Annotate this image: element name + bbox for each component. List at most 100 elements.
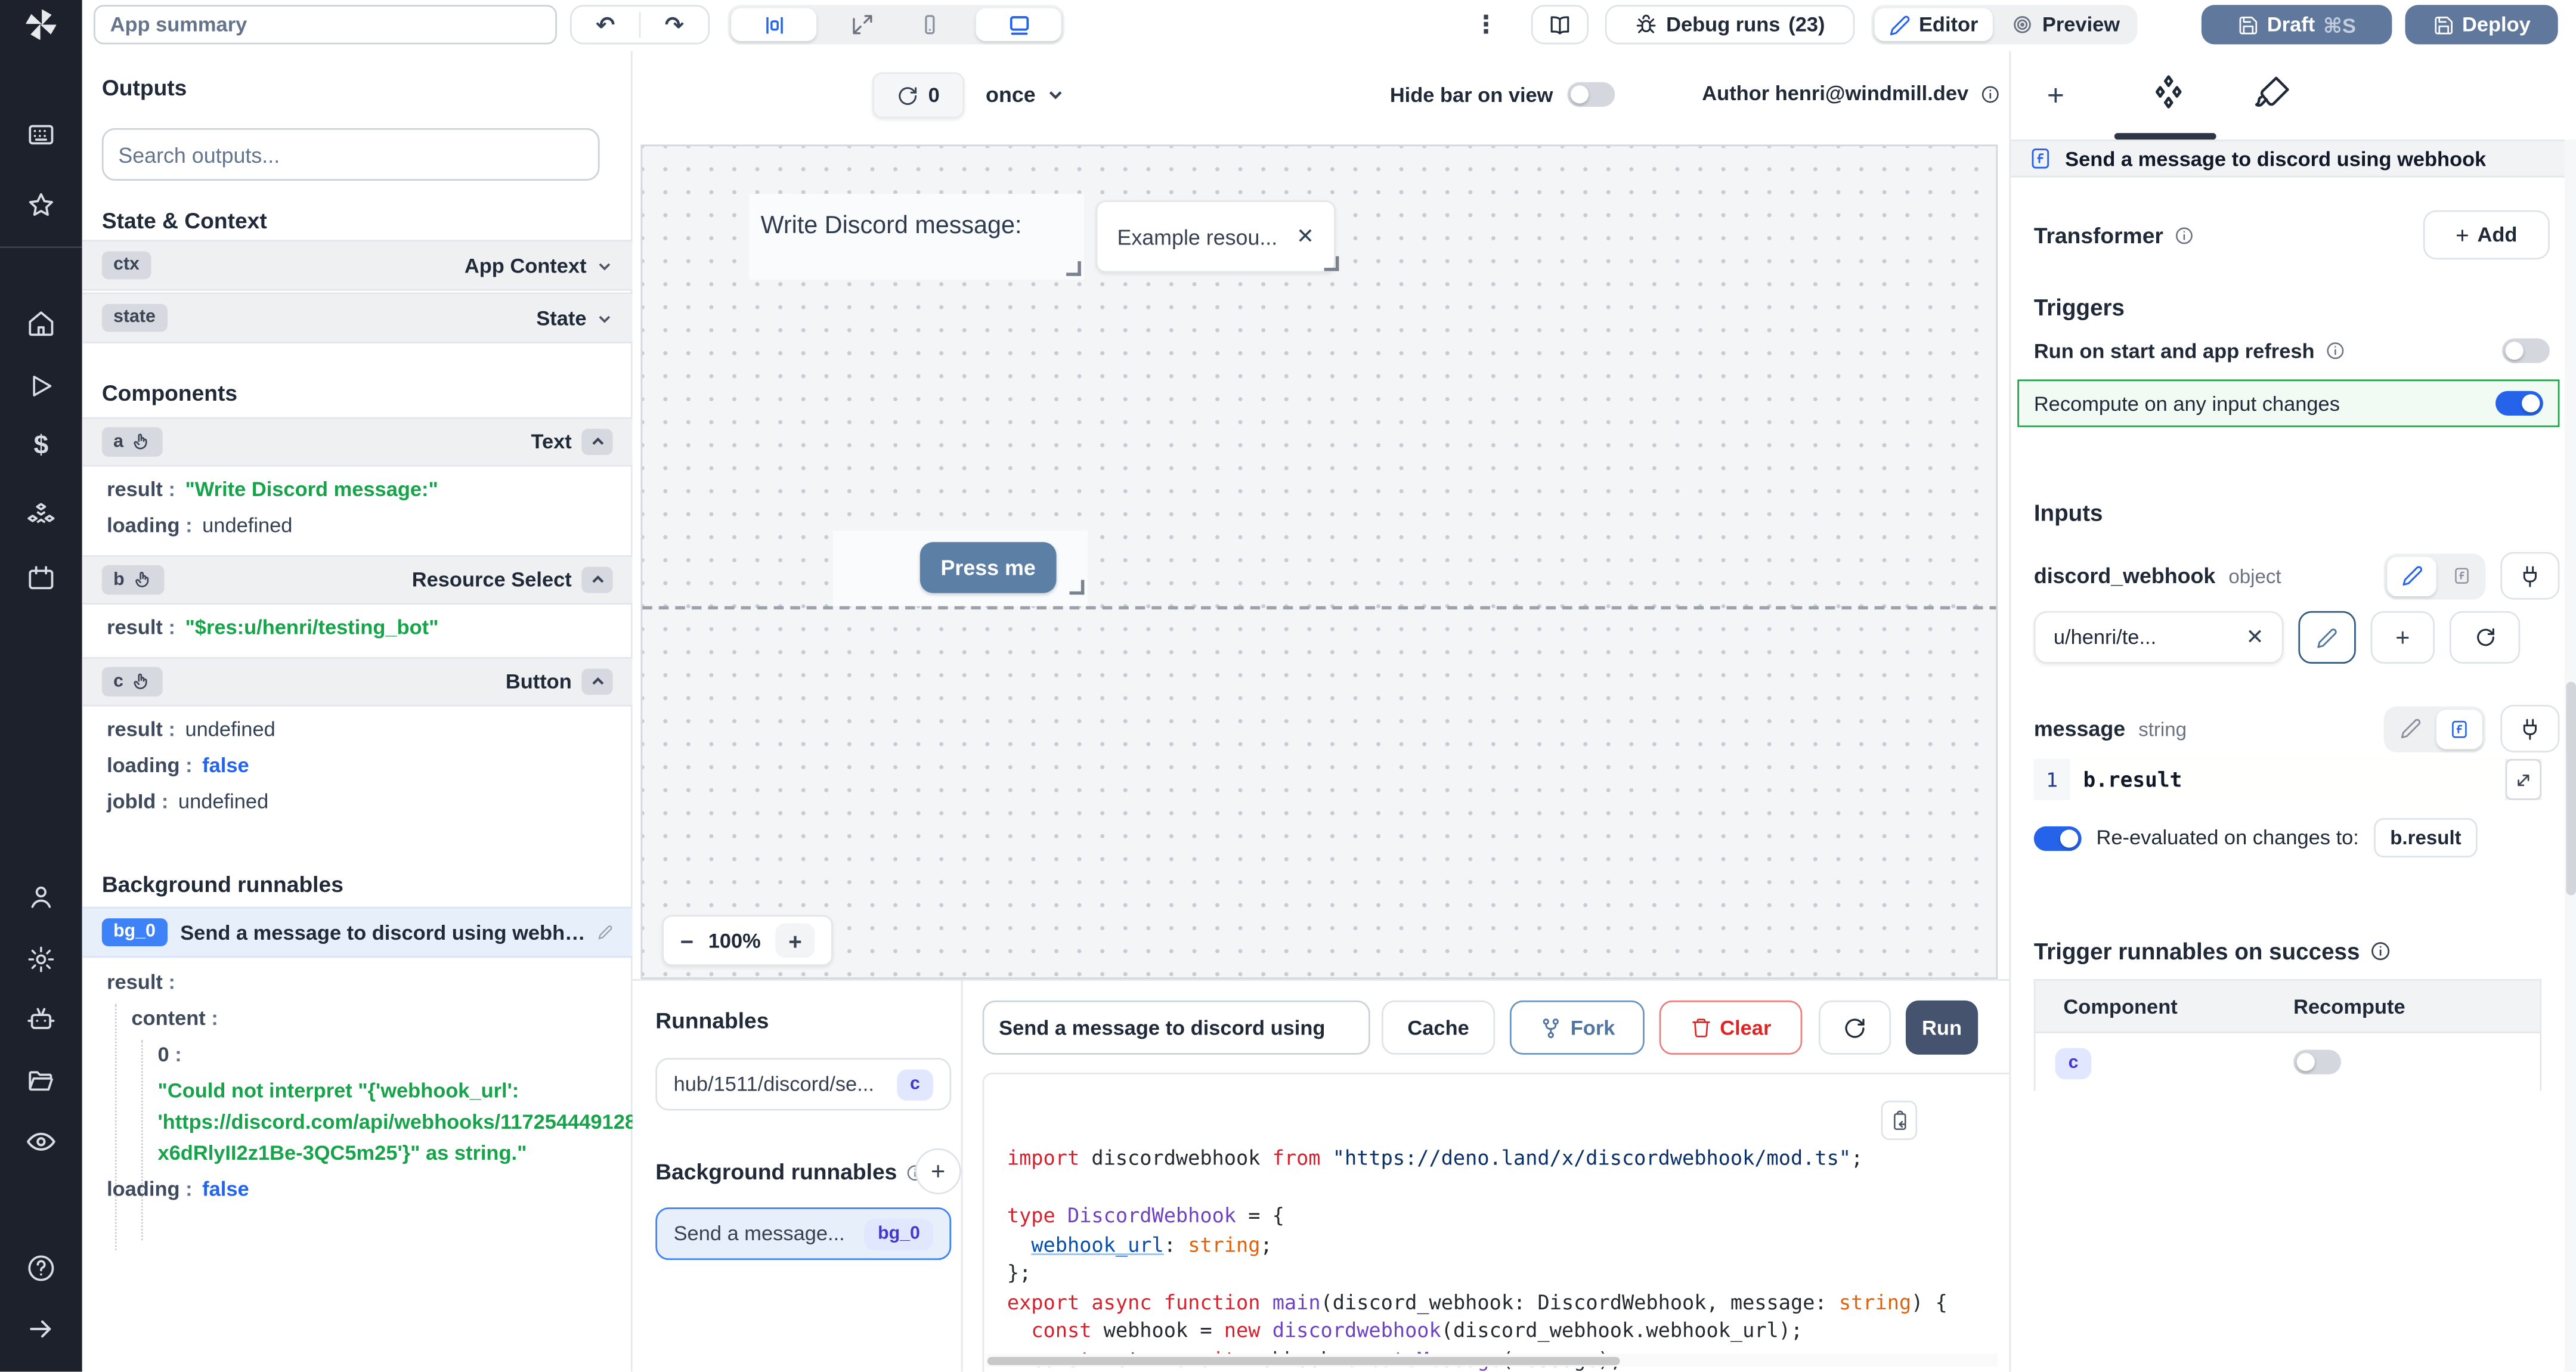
schedules-icon[interactable] <box>26 563 56 593</box>
code-editor[interactable]: import discordwebhook from "https://deno… <box>983 1073 2024 1371</box>
fork-button[interactable]: Fork <box>1510 1001 1645 1055</box>
resource-select[interactable]: u/henri/te... ✕ <box>2034 611 2284 664</box>
bg-runnable-item-selected[interactable]: Send a message... bg_0 <box>655 1207 951 1260</box>
windmill-logo[interactable] <box>23 7 60 43</box>
msg-mode-toggle <box>2384 705 2486 751</box>
desktop-view-button[interactable] <box>976 8 1061 41</box>
star-icon[interactable] <box>26 191 56 221</box>
component-b-row[interactable]: b Resource Select <box>82 555 633 605</box>
zoom-in-button[interactable]: + <box>775 923 815 958</box>
right-scrollbar[interactable] <box>2565 140 2576 1371</box>
deploy-button[interactable]: Deploy <box>2405 5 2558 44</box>
info-icon[interactable] <box>2173 225 2194 246</box>
add-resource-button[interactable]: + <box>2371 611 2435 664</box>
variables-icon[interactable]: $ <box>34 432 49 462</box>
editor-tab[interactable]: Editor <box>1875 8 1993 41</box>
edit-resource-button[interactable] <box>2298 611 2355 664</box>
ctx-row[interactable]: ctx App Context <box>82 240 633 290</box>
runnable-item[interactable]: hub/1511/discord/se... c <box>655 1058 951 1110</box>
user-icon[interactable] <box>26 882 56 912</box>
reeval-toggle[interactable] <box>2034 825 2082 850</box>
resize-handle[interactable] <box>1070 580 1085 595</box>
center-layout-button[interactable] <box>731 8 816 41</box>
docs-button[interactable] <box>1531 5 1589 44</box>
resize-handle[interactable] <box>1066 261 1081 276</box>
message-expression[interactable]: b.result <box>2070 759 2505 800</box>
draft-button[interactable]: Draft ⌘S <box>2202 5 2392 44</box>
collapse-arrow-icon[interactable] <box>26 1314 56 1344</box>
search-outputs-input[interactable] <box>102 128 600 181</box>
bg0-row[interactable]: bg_0 Send a message to discord using web… <box>82 907 633 958</box>
component-c-row[interactable]: c Button <box>82 657 633 707</box>
col-component: Component <box>2036 995 2294 1018</box>
pencil-icon <box>2401 565 2423 587</box>
message-expr-editor[interactable]: 1 b.result <box>2034 759 2541 800</box>
refresh-code-button[interactable] <box>1819 1001 1891 1055</box>
connect-plug-button[interactable] <box>2500 705 2559 752</box>
edit-pencil-icon[interactable] <box>598 925 613 940</box>
info-icon[interactable] <box>2324 340 2346 361</box>
eye-icon[interactable] <box>26 1126 57 1157</box>
run-button[interactable]: Run <box>1906 1001 1978 1055</box>
undo-button[interactable]: ↶ <box>572 11 639 39</box>
debug-runs-button[interactable]: Debug runs (23) <box>1605 5 1855 44</box>
static-mode-button[interactable] <box>2387 709 2433 748</box>
refresh-resource-button[interactable] <box>2450 611 2520 664</box>
canvas-text-component[interactable]: Write Discord message: <box>761 212 1022 240</box>
app-canvas[interactable]: Write Discord message: Example resou... … <box>640 144 1998 979</box>
home-icon[interactable] <box>26 309 56 339</box>
close-icon[interactable]: ✕ <box>1296 224 1314 250</box>
add-transformer-button[interactable]: +Add <box>2423 210 2550 260</box>
reeval-chip[interactable]: b.result <box>2374 818 2478 857</box>
settings-gear-icon[interactable] <box>26 944 56 974</box>
apps-icon[interactable] <box>26 120 56 150</box>
add-background-runnable-button[interactable]: + <box>915 1148 961 1194</box>
redo-button[interactable]: ↷ <box>640 11 708 39</box>
folders-icon[interactable] <box>26 1066 56 1096</box>
collapse-chevron-up[interactable] <box>581 567 612 593</box>
clear-button[interactable]: Clear <box>1659 1001 1803 1055</box>
row-recompute-toggle[interactable] <box>2293 1050 2341 1074</box>
preview-tab[interactable]: Preview <box>1996 8 2135 41</box>
frequency-dropdown[interactable]: once <box>986 82 1065 107</box>
connect-plug-button[interactable] <box>2500 552 2559 600</box>
collapse-chevron-up[interactable] <box>581 429 612 455</box>
help-icon[interactable] <box>26 1253 57 1284</box>
component-a-row[interactable]: a Text <box>82 417 633 467</box>
zoom-out-button[interactable]: − <box>680 927 694 953</box>
styling-tab[interactable] <box>2252 74 2292 113</box>
sidebar-divider <box>0 246 82 248</box>
mobile-view-button[interactable] <box>887 8 973 41</box>
info-icon[interactable] <box>2370 940 2393 963</box>
resize-handle[interactable] <box>1324 256 1339 271</box>
horizontal-scrollbar[interactable] <box>986 1354 1998 1367</box>
bg-runnables-title: Background runnables <box>655 1160 925 1184</box>
component-settings-tab[interactable] <box>2147 72 2190 115</box>
insert-component-tab[interactable]: + <box>2047 79 2064 113</box>
runnable-name-input[interactable] <box>983 1001 1370 1055</box>
state-row[interactable]: state State <box>82 292 633 343</box>
canvas-press-me-button[interactable]: Press me <box>920 542 1057 593</box>
collapse-chevron-up[interactable] <box>581 668 612 695</box>
copy-code-button[interactable] <box>1881 1101 1918 1140</box>
eval-mode-button[interactable] <box>2436 709 2482 748</box>
workers-robot-icon[interactable] <box>26 1005 57 1036</box>
recompute-toggle[interactable] <box>2496 391 2543 416</box>
kebab-menu[interactable]: ⋮ <box>1473 10 1498 40</box>
expand-editor-button[interactable] <box>2506 759 2542 800</box>
app-height-boundary[interactable] <box>642 606 1998 610</box>
cache-button[interactable]: Cache <box>1382 1001 1495 1055</box>
resources-icon[interactable] <box>26 500 57 531</box>
canvas-resource-select[interactable]: Example resou... ✕ <box>1096 200 1336 272</box>
close-icon[interactable]: ✕ <box>2246 624 2264 651</box>
refresh-count-button[interactable]: 0 <box>872 72 964 118</box>
static-mode-button[interactable] <box>2387 556 2436 596</box>
ctx-badge: ctx <box>102 252 151 280</box>
run-on-start-toggle[interactable] <box>2502 339 2550 363</box>
info-icon[interactable] <box>1980 83 2001 104</box>
runs-icon[interactable] <box>27 372 55 400</box>
app-summary-input[interactable] <box>94 5 557 44</box>
hide-bar-toggle[interactable] <box>1568 82 1615 107</box>
eval-mode-button[interactable] <box>2439 556 2482 596</box>
transformer-heading: Transformer <box>2034 224 2194 248</box>
